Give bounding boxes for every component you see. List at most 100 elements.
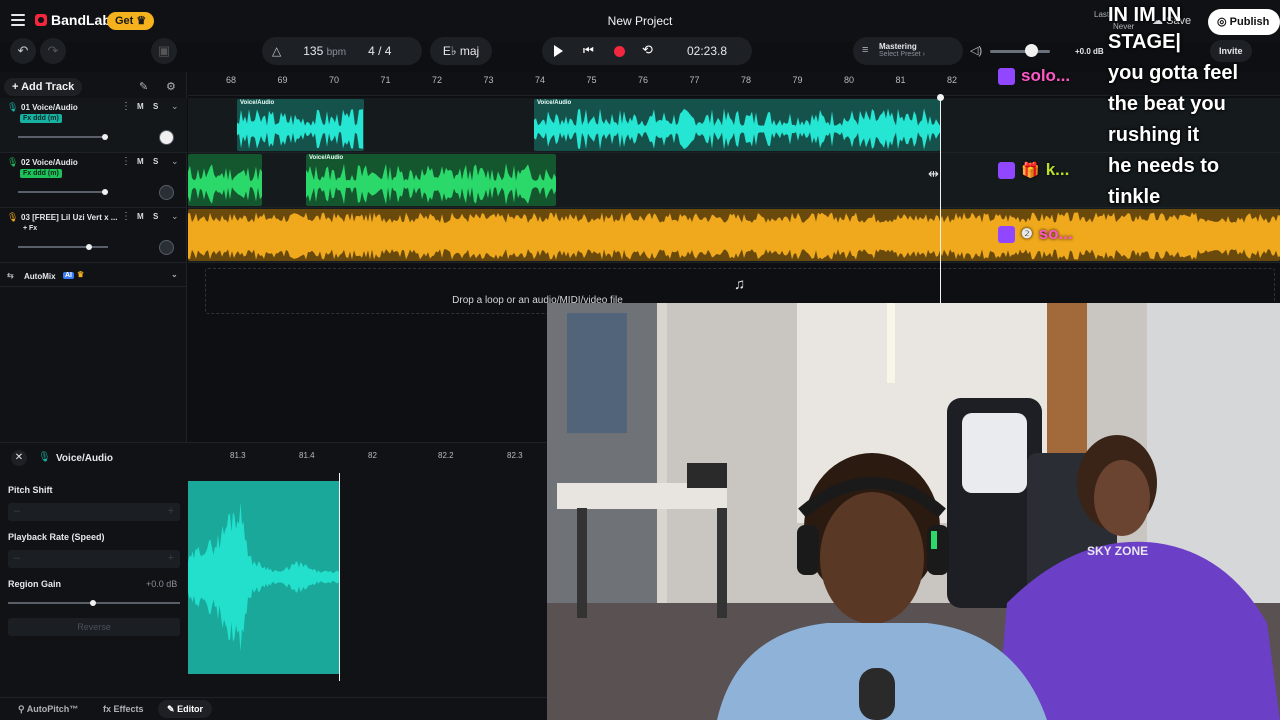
track-volume-slider[interactable] — [18, 134, 108, 140]
record-icon[interactable] — [614, 46, 625, 57]
region-gain-slider[interactable] — [8, 600, 180, 606]
time-sig-denominator: 4 — [384, 44, 392, 58]
volume-handle[interactable] — [86, 244, 92, 250]
solo-button[interactable]: S — [153, 212, 158, 221]
key-selector[interactable]: E♭ maj — [430, 37, 492, 65]
volume-handle[interactable] — [102, 189, 108, 195]
chat-message: tinkle — [1108, 186, 1161, 208]
redo-button[interactable]: ↷ — [40, 38, 66, 64]
mastering-selector[interactable]: ≡ Mastering Select Preset › — [853, 37, 963, 65]
mixer-toggle-button[interactable]: ▣ — [151, 38, 177, 64]
mute-button[interactable]: M — [137, 212, 144, 221]
audio-clip[interactable]: Voice/Audio — [237, 99, 364, 151]
editor-title: Voice/Audio — [56, 453, 114, 464]
twitch-icon — [998, 161, 1015, 179]
add-track-button[interactable]: + Add Track — [4, 78, 83, 96]
tab-effects[interactable]: fx Effects — [103, 704, 144, 714]
pitch-shift-stepper[interactable]: – + — [8, 503, 180, 521]
play-icon[interactable] — [554, 45, 563, 57]
editor-playhead[interactable] — [339, 473, 340, 681]
reverse-button[interactable]: Reverse — [8, 618, 180, 636]
chat-message: STAGE| — [1108, 31, 1182, 53]
project-title[interactable]: New Project — [0, 14, 1280, 28]
undo-icon: ↶ — [17, 43, 29, 58]
pan-knob[interactable] — [159, 130, 174, 145]
loop-icon[interactable]: ⟲ — [642, 42, 653, 58]
mute-button[interactable]: M — [137, 102, 144, 111]
undo-button[interactable]: ↶ — [10, 38, 36, 64]
mute-button[interactable]: M — [137, 157, 144, 166]
chevron-down-icon[interactable]: ⌄ — [171, 211, 179, 222]
more-options-icon[interactable]: ⋮ — [121, 156, 131, 167]
track-header-2[interactable]: 🎙 02 Voice/Audio Fx ddd (m) ⋮ M S ⌄ — [0, 153, 187, 208]
mic-icon: 🎙 — [7, 212, 19, 222]
pan-knob[interactable] — [159, 185, 174, 200]
minus-icon[interactable]: – — [14, 505, 20, 517]
speaker-icon[interactable]: ◁) — [970, 44, 982, 57]
track-name[interactable]: 01 Voice/Audio — [21, 103, 78, 112]
bar-number: 81 — [895, 75, 906, 85]
playback-controls: ⏮ ⟲ 02:23.8 — [542, 37, 752, 65]
clip-label: Voice/Audio — [309, 155, 344, 161]
bar-number: 69 — [277, 75, 288, 85]
add-fx-button[interactable]: + Fx — [20, 224, 40, 233]
twitch-username: solo... — [1021, 66, 1071, 85]
master-volume-knob[interactable] — [1025, 44, 1038, 57]
playback-rate-stepper[interactable]: – + — [8, 550, 180, 568]
twitch-icon — [998, 67, 1015, 85]
mic-icon: 🎙 — [38, 452, 51, 463]
region-waveform-clip[interactable] — [188, 481, 340, 674]
track-volume-slider[interactable] — [18, 244, 108, 250]
twitch-username: so... — [1038, 224, 1073, 243]
playhead[interactable] — [937, 94, 944, 304]
chevron-down-icon[interactable]: ⌄ — [171, 101, 179, 112]
tab-editor[interactable]: ✎ Editor — [158, 700, 213, 718]
track-header-1[interactable]: 🎙 01 Voice/Audio Fx ddd (m) ⋮ M S ⌄ — [0, 98, 187, 153]
audio-clip[interactable]: Voice/Audio — [534, 99, 940, 151]
playback-rate-label: Playback Rate (Speed) — [8, 532, 105, 542]
metronome-icon[interactable]: △ — [272, 44, 281, 58]
automix-row[interactable]: ⇆ AutoMix AI ♛ ⌄ — [0, 267, 187, 287]
master-volume-slider[interactable] — [990, 50, 1050, 53]
track-settings-icon[interactable]: ⚙ — [166, 80, 176, 93]
pan-knob[interactable] — [159, 240, 174, 255]
waveform — [237, 109, 363, 149]
region-gain-handle[interactable] — [90, 600, 96, 606]
chevron-down-icon[interactable]: ⌄ — [171, 156, 179, 167]
chevron-down-icon[interactable]: ⌄ — [171, 270, 178, 279]
automix-label: AutoMix — [24, 272, 56, 281]
pitch-shift-label: Pitch Shift — [8, 485, 53, 495]
audio-clip[interactable] — [188, 209, 1280, 261]
track-name[interactable]: 02 Voice/Audio — [21, 158, 78, 167]
track-fx-badge[interactable]: Fx ddd (m) — [20, 114, 62, 123]
plus-icon[interactable]: + — [168, 505, 174, 517]
region-gain-value: +0.0 dB — [146, 579, 178, 589]
waveform — [188, 164, 262, 204]
audio-clip[interactable]: Voice/Audio — [306, 154, 556, 206]
track-fx-badge[interactable]: Fx ddd (m) — [20, 169, 62, 178]
editor-tab-bar: ⚲ AutoPitch™ fx Effects ✎ Editor — [0, 697, 547, 720]
resize-cursor-icon: ⇹ — [928, 166, 939, 181]
track-lane-3[interactable] — [188, 208, 1280, 263]
more-options-icon[interactable]: ⋮ — [121, 101, 131, 112]
more-options-icon[interactable]: ⋮ — [121, 211, 131, 222]
minus-icon[interactable]: – — [14, 552, 20, 564]
volume-handle[interactable] — [102, 134, 108, 140]
pencil-icon[interactable]: ✎ — [139, 80, 148, 93]
time-signature-field[interactable]: 4 / 4 — [368, 44, 391, 58]
solo-button[interactable]: S — [153, 157, 158, 166]
track-name[interactable]: 03 [FREE] Lil Uzi Vert x ... — [21, 213, 117, 222]
track-header-3[interactable]: 🎙 03 [FREE] Lil Uzi Vert x ... + Fx ⋮ M … — [0, 208, 187, 263]
bar-number: 77 — [689, 75, 700, 85]
plus-icon[interactable]: + — [168, 552, 174, 564]
editor-ruler-tick: 82.3 — [507, 451, 523, 460]
tempo-field[interactable]: 135 bpm — [303, 44, 346, 58]
chat-message: he needs to — [1108, 155, 1220, 177]
skip-back-icon[interactable]: ⏮ — [583, 43, 594, 58]
sliders-icon: ≡ — [862, 44, 869, 56]
close-icon[interactable]: ✕ — [11, 450, 27, 466]
audio-clip[interactable] — [188, 154, 262, 206]
tab-autopitch[interactable]: ⚲ AutoPitch™ — [18, 704, 78, 715]
track-volume-slider[interactable] — [18, 189, 108, 195]
solo-button[interactable]: S — [153, 102, 158, 111]
